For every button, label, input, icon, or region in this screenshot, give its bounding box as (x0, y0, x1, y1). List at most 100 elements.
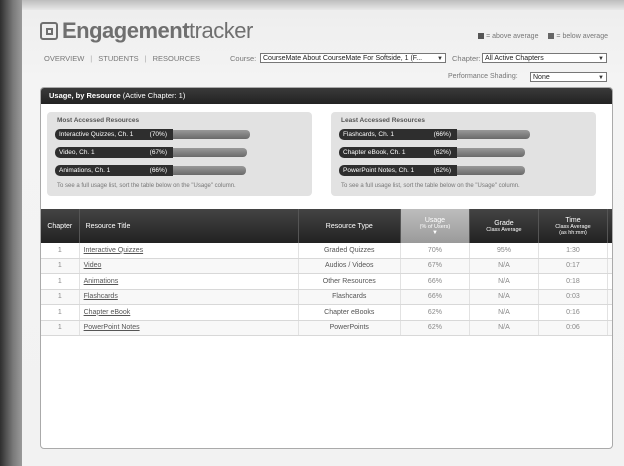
bar-pct: (66%) (149, 167, 167, 174)
left-edge (0, 0, 22, 466)
logo-mark-icon (40, 22, 58, 40)
table-row: 1 Video Audios / Videos 67% N/A 0:17 (41, 258, 612, 274)
cell-title: Chapter eBook (79, 304, 299, 321)
resource-link[interactable]: Video (84, 262, 102, 269)
chapter-select-value: All Active Chapters (485, 55, 544, 62)
cell-chapter: 1 (41, 273, 80, 290)
cell-title: Animations (79, 273, 299, 290)
cell-spacer (607, 258, 612, 274)
app-logo: Engagementtracker (40, 18, 253, 44)
cell-chapter: 1 (41, 243, 80, 259)
col-title-header[interactable]: Resource Title (79, 209, 299, 243)
bar-label: Interactive Quizzes, Ch. 1 (70%) (55, 129, 173, 140)
cell-grade: N/A (469, 273, 539, 290)
cell-time: 0:18 (538, 273, 609, 290)
resource-link[interactable]: Interactive Quizzes (84, 247, 144, 254)
nav-separator: | (90, 54, 93, 63)
bar-track (173, 130, 250, 139)
table-header-row: Chapter Resource Title Resource Type Usa… (41, 209, 612, 243)
col-chapter-header[interactable]: Chapter (41, 209, 80, 243)
table-row: 1 Flashcards Flashcards 66% N/A 0:03 (41, 289, 612, 305)
course-label: Course: (230, 54, 257, 63)
cell-grade: N/A (469, 258, 539, 274)
bar-pct: (62%) (433, 149, 451, 156)
panel-subtitle: (Active Chapter: 1) (122, 91, 186, 100)
nav-separator: | (144, 54, 147, 63)
most-accessed-note: To see a full usage list, sort the table… (57, 183, 236, 189)
col-type-header[interactable]: Resource Type (298, 209, 401, 243)
table-row: 1 Interactive Quizzes Graded Quizzes 70%… (41, 243, 612, 259)
top-strip (22, 0, 624, 10)
cell-time: 0:06 (538, 320, 609, 336)
logo-text-suffix: tracker (189, 18, 253, 43)
chapter-select[interactable]: All Active Chapters ▼ (482, 53, 607, 63)
resource-table: Chapter Resource Title Resource Type Usa… (41, 209, 612, 336)
col-time-sub2: (as hh:mm) (559, 229, 587, 236)
col-usage-label: Usage (424, 216, 446, 224)
col-time-header[interactable]: Time Class Average (as hh:mm) (538, 209, 609, 243)
col-spacer-header (607, 209, 612, 243)
cell-grade: N/A (469, 289, 539, 305)
chapter-label: Chapter: (452, 54, 481, 63)
nav-overview[interactable]: OVERVIEW (44, 54, 84, 63)
bar-label-text: Interactive Quizzes, Ch. 1 (59, 131, 134, 138)
bar-track (173, 166, 246, 175)
page: Engagementtracker = above average = belo… (22, 0, 624, 466)
cell-title: Flashcards (79, 289, 299, 305)
performance-shading-select[interactable]: None ▼ (530, 72, 607, 82)
bar-pct: (67%) (149, 149, 167, 156)
cell-time: 0:17 (538, 258, 609, 274)
cell-usage: 66% (400, 289, 470, 305)
least-accessed-note: To see a full usage list, sort the table… (341, 183, 520, 189)
chevron-down-icon: ▼ (598, 75, 604, 81)
resource-link[interactable]: Chapter eBook (84, 309, 131, 316)
resource-link[interactable]: Flashcards (84, 293, 118, 300)
legend-above-label: = above average (486, 33, 539, 40)
cell-type: Other Resources (298, 273, 401, 290)
most-accessed-box: Most Accessed Resources Interactive Quiz… (47, 112, 312, 196)
table-row: 1 PowerPoint Notes PowerPoints 62% N/A 0… (41, 320, 612, 336)
cell-chapter: 1 (41, 258, 80, 274)
col-usage-header[interactable]: Usage (% of Users) ▼ (400, 209, 470, 243)
cell-grade: 95% (469, 243, 539, 259)
cell-usage: 70% (400, 243, 470, 259)
bar-label-text: Chapter eBook, Ch. 1 (343, 149, 406, 156)
panel-header: Usage, by Resource (Active Chapter: 1) (41, 88, 612, 104)
bar-pct: (66%) (433, 131, 451, 138)
bar-track (457, 148, 526, 157)
least-accessed-box: Least Accessed Resources Flashcards, Ch.… (331, 112, 596, 196)
col-grade-sub: Class Average (486, 226, 522, 233)
cell-type: Graded Quizzes (298, 243, 401, 259)
cell-spacer (607, 243, 612, 259)
cell-time: 0:03 (538, 289, 609, 305)
cell-time: 0:16 (538, 304, 609, 321)
performance-shading-value: None (533, 74, 550, 81)
resource-link[interactable]: Animations (84, 278, 119, 285)
col-chapter-label: Chapter (47, 222, 73, 230)
col-grade-label: Grade (494, 219, 514, 227)
table-row: 1 Chapter eBook Chapter eBooks 62% N/A 0… (41, 304, 612, 321)
col-type-label: Resource Type (325, 222, 373, 230)
legend-below: = below average (548, 33, 608, 40)
bar-label-text: Animations, Ch. 1 (59, 167, 111, 174)
most-accessed-title: Most Accessed Resources (57, 117, 140, 124)
cell-chapter: 1 (41, 304, 80, 321)
logo-text-prefix: Engagement (62, 18, 190, 43)
col-grade-header[interactable]: Grade Class Average (469, 209, 539, 243)
cell-time: 1:30 (538, 243, 609, 259)
nav-students[interactable]: STUDENTS (98, 54, 138, 63)
resource-link[interactable]: PowerPoint Notes (84, 324, 140, 331)
nav-resources[interactable]: RESOURCES (153, 54, 201, 63)
course-select[interactable]: CourseMate About CourseMate For Softside… (260, 53, 446, 63)
bar-label: Chapter eBook, Ch. 1 (62%) (339, 147, 457, 158)
chevron-down-icon: ▼ (598, 56, 604, 62)
bar-pct: (70%) (149, 131, 167, 138)
cell-title: PowerPoint Notes (79, 320, 299, 336)
bar-label: Animations, Ch. 1 (66%) (55, 165, 173, 176)
usage-panel: Usage, by Resource (Active Chapter: 1) M… (40, 87, 613, 449)
cell-type: PowerPoints (298, 320, 401, 336)
cell-type: Audios / Videos (298, 258, 401, 274)
course-select-value: CourseMate About CourseMate For Softside… (263, 55, 423, 62)
sort-down-icon: ▼ (431, 229, 438, 236)
cell-spacer (607, 320, 612, 336)
